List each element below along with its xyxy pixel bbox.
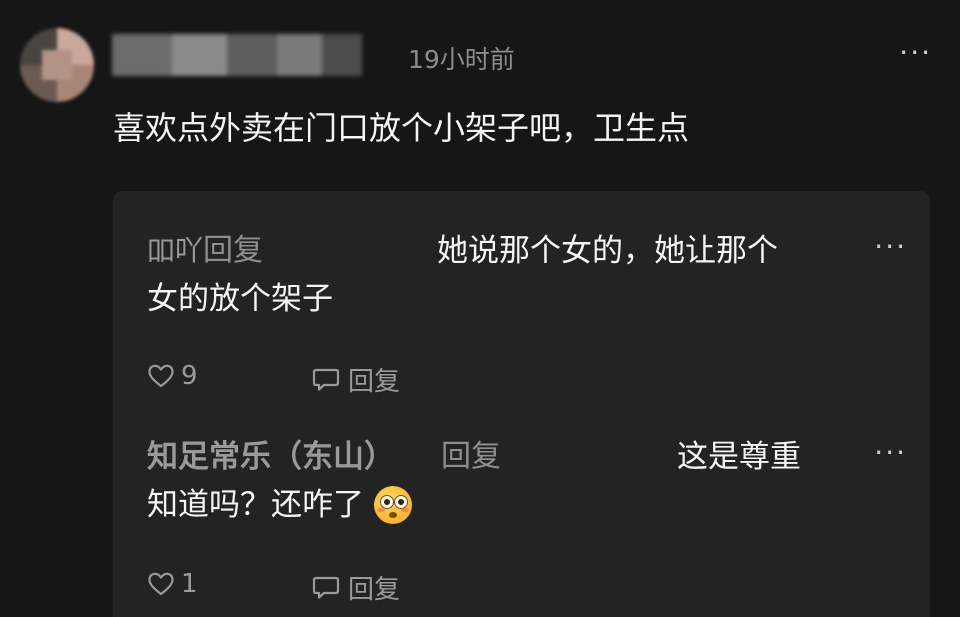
comment-text: 喜欢点外卖在门口放个小架子吧，卫生点 — [113, 109, 690, 147]
like-count: 9 — [181, 361, 198, 391]
timestamp: 19小时前 — [408, 45, 515, 74]
more-options-icon[interactable]: ··· — [899, 36, 932, 69]
reply-text-line2: 知道吗？还咋了 — [147, 487, 364, 523]
reply-action-label: 回复 — [348, 575, 401, 605]
reply-text-line1: 她说那个女的，她让那个 — [437, 233, 778, 269]
reply-button[interactable]: 回复 — [312, 569, 400, 606]
reply-label[interactable]: 回复 — [441, 433, 501, 481]
reply-username[interactable]: 知足常乐（东山） — [147, 433, 395, 481]
more-options-icon[interactable]: ··· — [874, 429, 907, 477]
reply-username[interactable]: 吅吖 — [147, 227, 203, 275]
avatar[interactable] — [20, 28, 94, 102]
reply-text-line1: 这是尊重 — [677, 439, 801, 475]
comment-thread: 19小时前 ··· 喜欢点外卖在门口放个小架子吧，卫生点 吅吖 回复 她说那个女… — [0, 0, 960, 617]
reply-action-label: 回复 — [348, 367, 401, 397]
like-count: 1 — [181, 569, 198, 599]
flushed-face-emoji-icon — [374, 486, 412, 524]
reply-item: 吅吖 回复 她说那个女的，她让那个 ··· 女的放个架子 9 回复 — [147, 227, 907, 401]
like-button[interactable]: 1 — [147, 569, 198, 599]
comment-bubble-icon — [312, 367, 340, 393]
replies-container: 吅吖 回复 她说那个女的，她让那个 ··· 女的放个架子 9 回复 知足常乐（东… — [113, 191, 930, 617]
heart-outline-icon — [147, 363, 175, 389]
reply-item: 知足常乐（东山） 回复 这是尊重 ··· 知道吗？还咋了 1 回复 — [147, 433, 907, 609]
heart-outline-icon — [147, 571, 175, 597]
comment-bubble-icon — [312, 575, 340, 601]
more-options-icon[interactable]: ··· — [874, 223, 907, 271]
reply-label[interactable]: 回复 — [203, 227, 263, 275]
like-button[interactable]: 9 — [147, 361, 198, 391]
username-blurred[interactable] — [112, 34, 362, 76]
reply-text-line2: 女的放个架子 — [147, 281, 333, 317]
reply-button[interactable]: 回复 — [312, 361, 400, 398]
